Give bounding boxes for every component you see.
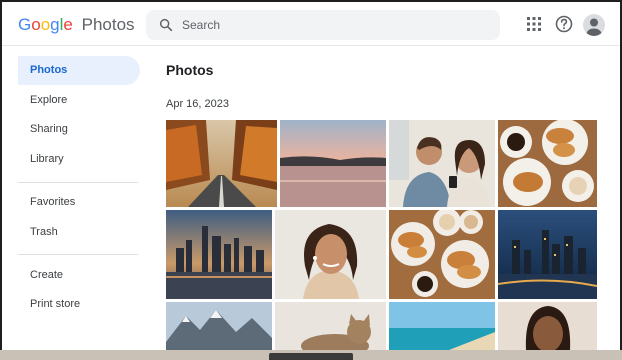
cat-photo xyxy=(275,302,386,350)
breakfast-table-photo xyxy=(389,210,495,299)
sidebar-item-library[interactable]: Library xyxy=(18,145,140,174)
google-photos-logo[interactable]: Google Photos xyxy=(18,14,135,36)
logo-letter: o xyxy=(40,15,51,34)
logo-letter: e xyxy=(63,15,73,34)
sidebar-item-trash[interactable]: Trash xyxy=(18,218,140,247)
sidebar-divider xyxy=(18,182,138,183)
sidebar-item-explore[interactable]: Explore xyxy=(18,86,140,115)
photo-thumbnail[interactable] xyxy=(166,302,272,350)
date-group-label: Apr 16, 2023 xyxy=(166,98,229,110)
woman-portrait-photo xyxy=(498,302,597,350)
photo-thumbnail[interactable] xyxy=(166,120,277,207)
woman-headphones-photo xyxy=(275,210,386,299)
night-city-river-photo xyxy=(498,210,597,299)
photo-thumbnail[interactable] xyxy=(498,302,597,350)
app-window: Google Photos Search Photos Explore Shar… xyxy=(2,2,620,350)
person-icon xyxy=(586,18,602,36)
photo-thumbnail[interactable] xyxy=(389,302,495,350)
logo-letter: g xyxy=(50,15,60,34)
photo-thumbnail[interactable] xyxy=(275,210,386,299)
search-bar[interactable] xyxy=(146,10,500,40)
photo-thumbnail[interactable] xyxy=(389,120,495,207)
search-input[interactable] xyxy=(182,10,482,40)
photo-thumbnail[interactable] xyxy=(498,120,597,207)
sidebar-item-sharing[interactable]: Sharing xyxy=(18,115,140,144)
sidebar-item-print-store[interactable]: Print store xyxy=(18,290,140,319)
mountains-photo xyxy=(166,302,272,350)
apps-grid-icon[interactable] xyxy=(524,14,544,34)
lake-sunset-photo xyxy=(280,120,386,207)
device-notch xyxy=(269,353,353,360)
sidebar-item-create[interactable]: Create xyxy=(18,261,140,290)
help-icon[interactable] xyxy=(554,14,574,34)
photo-thumbnail[interactable] xyxy=(280,120,386,207)
top-app-bar: Google Photos xyxy=(2,2,620,46)
logo-product-name: Photos xyxy=(81,15,135,34)
search-icon[interactable] xyxy=(158,17,174,33)
couple-phone-photo xyxy=(389,120,495,207)
autumn-road-photo xyxy=(166,120,277,207)
photo-thumbnail[interactable] xyxy=(389,210,495,299)
photo-thumbnail[interactable] xyxy=(498,210,597,299)
photo-thumbnail[interactable] xyxy=(275,302,386,350)
beach-photo xyxy=(389,302,495,350)
logo-letter: G xyxy=(18,15,32,34)
logo-google-wordmark: Google xyxy=(18,15,78,34)
account-avatar[interactable] xyxy=(583,14,605,36)
page-title: Photos xyxy=(166,62,214,78)
sidebar-item-favorites[interactable]: Favorites xyxy=(18,188,140,217)
city-skyline-photo xyxy=(166,210,272,299)
sidebar-divider xyxy=(18,254,138,255)
coffee-croissant-photo xyxy=(498,120,597,207)
logo-letter: o xyxy=(31,15,41,34)
sidebar-item-photos[interactable]: Photos xyxy=(18,56,140,85)
photo-thumbnail[interactable] xyxy=(166,210,272,299)
